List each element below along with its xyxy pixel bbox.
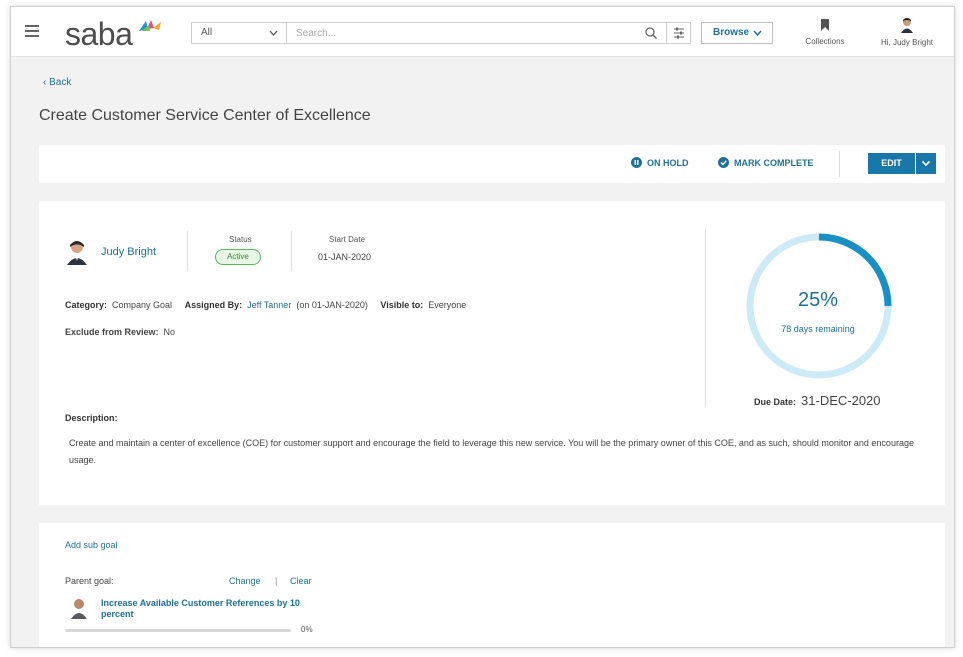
days-remaining: 78 days remaining [781,324,855,334]
on-hold-label: ON HOLD [647,157,689,168]
search-bar: All [191,22,691,44]
parent-goal-link[interactable]: Increase Available Customer References b… [101,598,301,620]
exclude-label: Exclude from Review: [65,327,159,337]
progress-percent: 25% [797,289,839,311]
change-parent-link[interactable]: Change [229,576,261,586]
parent-goal-label: Parent goal: [65,576,114,586]
visible-to-value: Everyone [428,300,467,310]
assigned-on-date: (on 01-JAN-2020) [296,300,368,310]
add-sub-goal-link[interactable]: Add sub goal [65,540,118,550]
clear-parent-link[interactable]: Clear [290,576,312,586]
search-icon[interactable] [644,26,658,40]
logo-mark-icon [139,20,161,31]
link-separator: | [275,576,278,586]
user-greeting: Hi, Judy Bright [880,38,934,47]
avatar [71,599,87,619]
category-label: Category: [65,300,108,310]
parent-goal-progress-bar [65,629,291,632]
user-menu[interactable]: Hi, Judy Bright [867,17,947,47]
browse-label: Browse [713,27,750,38]
divider [705,229,706,407]
collections-label: Collections [805,37,845,46]
start-date-value: 01-JAN-2020 [318,252,372,262]
edit-dropdown-button[interactable] [916,153,936,174]
mark-complete-button[interactable]: MARK COMPLETE [718,157,814,168]
avatar [901,18,913,33]
subgoal-card: Add sub goal Parent goal: Change | Clear… [39,523,945,647]
exclude-row: Exclude from Review: No [65,327,175,337]
logo-text: saba [65,16,133,52]
category-value: Company Goal [112,300,173,310]
exclude-value: No [163,327,176,337]
start-date-label: Start Date [329,235,366,244]
back-link[interactable]: ‹ Back [43,77,71,88]
assigned-by-link[interactable]: Jeff Tanner [247,300,291,310]
status-label: Status [229,235,252,244]
divider [291,231,292,271]
chevron-down-icon [753,23,762,51]
on-hold-button[interactable]: ON HOLD [631,157,689,168]
goal-detail-card: Judy Bright Status Active Start Date 01-… [39,201,945,505]
saba-logo[interactable]: saba [65,16,161,52]
search-scope-value: All [201,27,213,38]
goal-meta-row: Category: Company Goal Assigned By: Jeff… [65,300,466,310]
search-input[interactable] [288,23,638,43]
search-scope-select[interactable]: All [192,23,287,43]
status-badge: Active [215,249,261,265]
check-circle-icon [718,157,729,168]
divider [839,151,840,177]
description-label: Description: [65,413,118,423]
browse-button[interactable]: Browse [701,22,773,44]
top-navigation-bar: saba All Search... Browse Collections Hi… [11,7,954,57]
page-title: Create Customer Service Center of Excell… [39,107,371,124]
goal-owner: Judy Bright [65,239,156,265]
pause-icon [631,157,642,168]
app-window: saba All Search... Browse Collections Hi… [10,6,955,648]
bookmark-icon [821,19,829,31]
description-text: Create and maintain a center of excellen… [69,438,914,465]
visible-to-label: Visible to: [380,300,424,310]
chevron-down-icon [921,160,931,167]
filter-icon[interactable] [666,22,690,44]
due-date-value: 31-DEC-2020 [801,393,881,408]
due-date: Due Date: 31-DEC-2020 [754,393,881,408]
mark-complete-label: MARK COMPLETE [734,157,814,168]
divider [187,231,188,271]
owner-name-link[interactable]: Judy Bright [101,246,156,258]
goal-action-bar: ON HOLD MARK COMPLETE EDIT [39,145,945,183]
collections-button[interactable]: Collections [799,19,851,46]
chevron-down-icon [269,23,278,50]
menu-icon[interactable] [25,25,39,37]
assigned-by-label: Assigned By: [184,300,243,310]
avatar [67,241,87,265]
due-date-label: Due Date: [754,397,797,407]
edit-button[interactable]: EDIT [868,153,915,174]
parent-goal-progress-value: 0% [301,625,313,634]
